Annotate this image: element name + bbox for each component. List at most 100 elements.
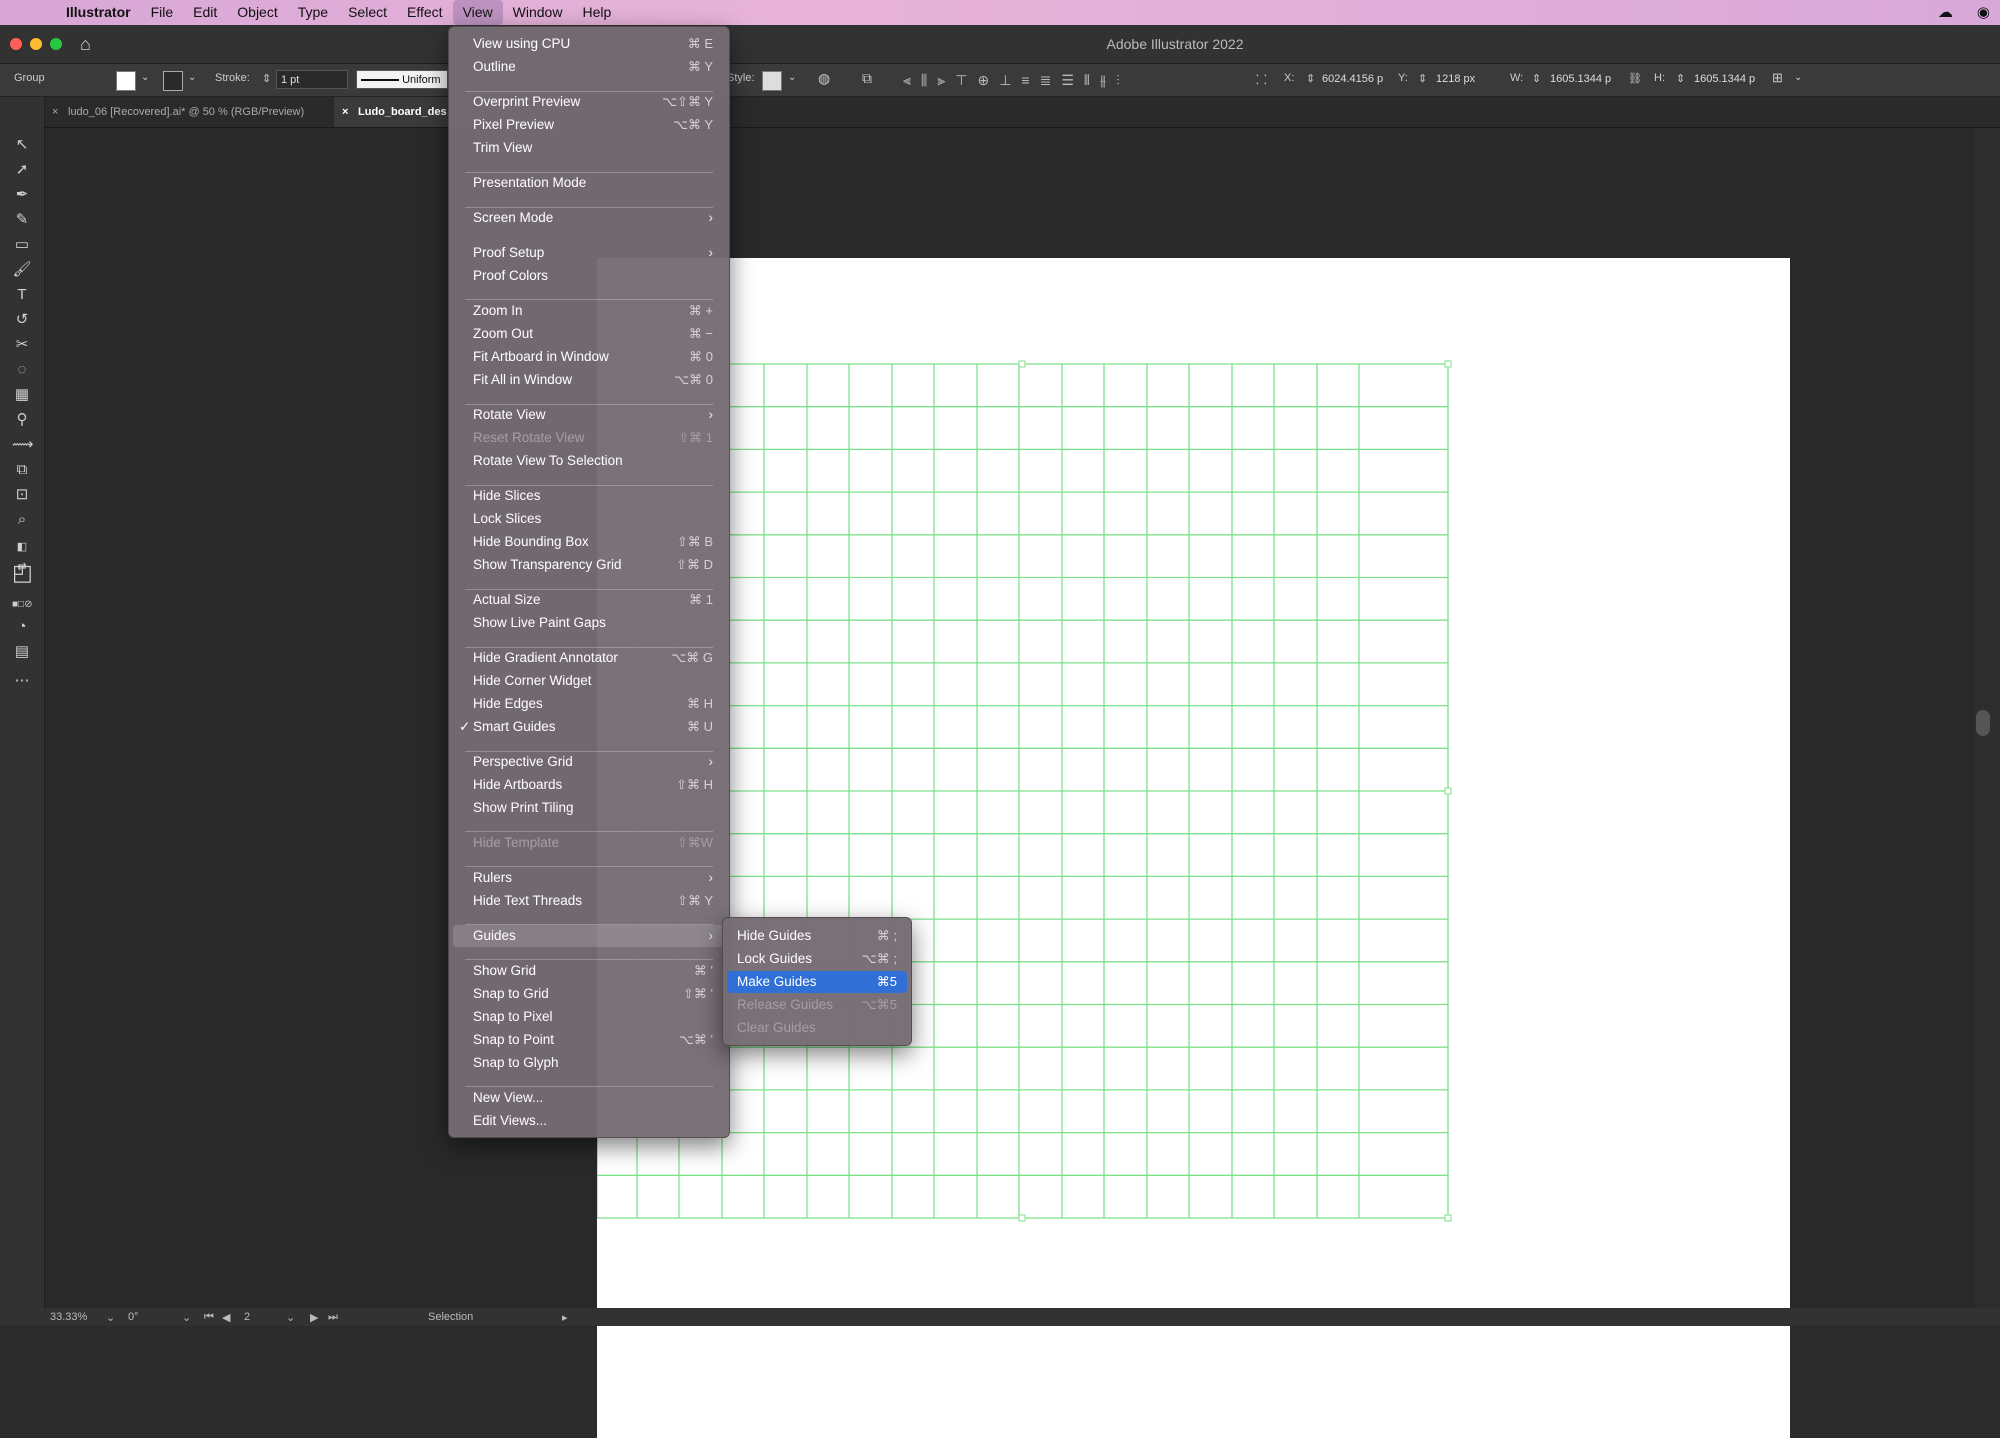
bounding-box-handle[interactable] xyxy=(1018,1214,1026,1222)
menu-item-snap-to-grid[interactable]: Snap to Grid ⇧⌘ ' xyxy=(453,983,725,1005)
menu-item-hide-bounding-box[interactable]: Hide Bounding Box ⇧⌘ B xyxy=(453,531,725,553)
stepper-icon[interactable]: ⇕ xyxy=(1676,72,1685,85)
menu-item-edit-views[interactable]: Edit Views... xyxy=(453,1110,725,1132)
menu-item-proof-setup[interactable]: Proof Setup › xyxy=(453,242,725,264)
menu-item-proof-colors[interactable]: Proof Colors xyxy=(453,265,725,287)
last-artboard-icon[interactable]: ⏭ xyxy=(328,1311,338,1324)
fill-swatch[interactable] xyxy=(116,71,136,91)
menu-item-new-view[interactable]: New View... xyxy=(453,1087,725,1109)
x-position-field[interactable]: 6024.4156 p xyxy=(1318,70,1388,89)
submenu-item-lock-guides[interactable]: Lock Guides ⌥⌘ ; xyxy=(727,948,907,970)
menu-item-snap-to-point[interactable]: Snap to Point ⌥⌘ ' xyxy=(453,1029,725,1051)
menu-help[interactable]: Help xyxy=(572,0,621,25)
fill-stroke-icon[interactable]: ◰ xyxy=(12,562,33,584)
blend-tool-icon[interactable]: ⟿ xyxy=(12,435,34,455)
distribute-vcenter-icon[interactable]: ≣ xyxy=(1040,72,1052,89)
align-vcenter-icon[interactable]: ⊕ xyxy=(977,72,989,89)
pen-tool-icon[interactable]: ✒ xyxy=(12,185,32,205)
close-tab-icon[interactable]: × xyxy=(342,97,348,127)
tab-document-1[interactable]: × ludo_06 [Recovered].ai* @ 50 % (RGB/Pr… xyxy=(44,97,353,127)
screen-mode-icon[interactable]: ▤ xyxy=(12,642,32,662)
menu-item-hide-text-threads[interactable]: Hide Text Threads ⇧⌘ Y xyxy=(453,890,725,912)
menu-item-fit-artboard-in-window[interactable]: Fit Artboard in Window ⌘ 0 xyxy=(453,346,725,368)
stepper-icon[interactable]: ⇕ xyxy=(1532,72,1541,85)
menu-item-rotate-view-to-selection[interactable]: Rotate View To Selection xyxy=(453,450,725,472)
menu-item-show-transparency-grid[interactable]: Show Transparency Grid ⇧⌘ D xyxy=(453,554,725,576)
more-tools-icon[interactable]: ⋯ xyxy=(12,671,32,691)
color-mode-icon[interactable]: ■□⊘ xyxy=(12,595,32,615)
close-tab-icon[interactable]: × xyxy=(52,97,58,127)
bounding-box-handle[interactable] xyxy=(1444,787,1452,795)
align-bottom-icon[interactable]: ⊥ xyxy=(999,72,1011,89)
shape-builder-tool-icon[interactable]: ⧉ xyxy=(12,460,32,480)
creative-cloud-icon[interactable]: ☁ xyxy=(1938,3,1953,21)
submenu-item-make-guides[interactable]: Make Guides ⌘5 xyxy=(727,971,907,993)
align-to-icon[interactable]: ⧉ xyxy=(862,70,872,87)
draw-mode-icon[interactable]: ◔ xyxy=(12,617,32,637)
menu-item-smart-guides[interactable]: ✓ Smart Guides ⌘ U xyxy=(453,716,725,738)
lasso-tool-icon[interactable]: ◌ xyxy=(12,360,32,380)
align-left-icon[interactable]: ⫷ xyxy=(903,72,911,89)
align-right-icon[interactable]: ⫸ xyxy=(937,72,945,89)
height-field[interactable]: 1605.1344 p xyxy=(1690,70,1762,89)
type-tool-icon[interactable]: T xyxy=(12,285,32,305)
distribute-top-icon[interactable]: ≡ xyxy=(1021,72,1029,89)
distribute-hcenter-icon[interactable]: ⫵ xyxy=(1100,72,1106,89)
menu-item-zoom-out[interactable]: Zoom Out ⌘ − xyxy=(453,323,725,345)
first-artboard-icon[interactable]: ⏮ xyxy=(204,1311,214,1324)
menu-file[interactable]: File xyxy=(141,0,184,25)
artboard-tool-icon[interactable]: ⊡ xyxy=(12,485,32,505)
direct-selection-tool-icon[interactable]: ➚ xyxy=(12,160,32,180)
distribute-right-icon[interactable]: ⫶ xyxy=(1116,72,1120,89)
menu-item-show-grid[interactable]: Show Grid ⌘ ' xyxy=(453,960,725,982)
control-center-icon[interactable]: ◉ xyxy=(1977,3,1990,21)
selection-tool-icon[interactable]: ↖ xyxy=(12,135,32,155)
bounding-box-handle[interactable] xyxy=(1444,360,1452,368)
menu-item-presentation-mode[interactable]: Presentation Mode xyxy=(453,172,725,194)
submenu-item-hide-guides[interactable]: Hide Guides ⌘ ; xyxy=(727,925,907,947)
zoom-tool-icon[interactable]: ⌕ xyxy=(12,510,32,530)
chevron-down-icon[interactable]: ⌄ xyxy=(182,1311,191,1324)
reference-point-icon[interactable]: ⸬ xyxy=(1256,70,1267,88)
ludo-grid-group[interactable] xyxy=(597,258,1790,1438)
menu-item-hide-edges[interactable]: Hide Edges ⌘ H xyxy=(453,693,725,715)
link-icon[interactable]: ⛓ xyxy=(1628,72,1642,85)
menu-item-snap-to-glyph[interactable]: Snap to Glyph xyxy=(453,1052,725,1074)
menu-app-name[interactable]: Illustrator xyxy=(56,0,141,25)
artboard[interactable] xyxy=(597,258,1790,1438)
menu-item-guides[interactable]: Guides › xyxy=(453,925,725,947)
paintbrush-tool-icon[interactable]: 🖌 xyxy=(12,260,32,280)
scissors-tool-icon[interactable]: ✂ xyxy=(12,335,32,355)
menu-type[interactable]: Type xyxy=(288,0,338,25)
recolor-artwork-icon[interactable]: ◍ xyxy=(818,70,830,87)
align-hcenter-icon[interactable]: ⫼ xyxy=(921,72,927,89)
rotate-tool-icon[interactable]: ↺ xyxy=(12,310,32,330)
menu-item-rotate-view[interactable]: Rotate View › xyxy=(453,404,725,426)
y-position-field[interactable]: 1218 px xyxy=(1432,70,1502,89)
menu-edit[interactable]: Edit xyxy=(183,0,227,25)
transform-options-icon[interactable]: ⊞ xyxy=(1772,70,1783,86)
menu-window[interactable]: Window xyxy=(503,0,573,25)
menu-view[interactable]: View xyxy=(452,0,503,25)
distribute-bottom-icon[interactable]: ☰ xyxy=(1061,72,1074,89)
menu-item-hide-corner-widget[interactable]: Hide Corner Widget xyxy=(453,670,725,692)
status-menu-icon[interactable]: ▸ xyxy=(562,1311,568,1324)
default-colors-icon[interactable]: ◧ ⇄ xyxy=(12,537,32,573)
menu-item-trim-view[interactable]: Trim View xyxy=(453,137,725,159)
align-top-icon[interactable]: ⊤ xyxy=(955,72,967,89)
menu-item-hide-slices[interactable]: Hide Slices xyxy=(453,485,725,507)
chevron-down-icon[interactable]: ⌄ xyxy=(141,72,149,83)
artboard-number[interactable]: 2 xyxy=(244,1311,250,1323)
stroke-weight-field[interactable]: 1 pt xyxy=(276,70,348,89)
menu-effect[interactable]: Effect xyxy=(397,0,453,25)
next-artboard-icon[interactable]: ▶ xyxy=(310,1311,318,1324)
menu-item-screen-mode[interactable]: Screen Mode › xyxy=(453,207,725,229)
menu-item-show-live-paint-gaps[interactable]: Show Live Paint Gaps xyxy=(453,612,725,634)
bounding-box-handle[interactable] xyxy=(1444,1214,1452,1222)
scrollbar-thumb[interactable] xyxy=(1976,710,1990,736)
curvature-tool-icon[interactable]: ✎ xyxy=(12,210,32,230)
distribute-left-icon[interactable]: ⫴ xyxy=(1084,72,1090,89)
bounding-box-handle[interactable] xyxy=(1018,360,1026,368)
menu-item-rulers[interactable]: Rulers › xyxy=(453,867,725,889)
gradient-tool-icon[interactable]: ▦ xyxy=(12,385,32,405)
